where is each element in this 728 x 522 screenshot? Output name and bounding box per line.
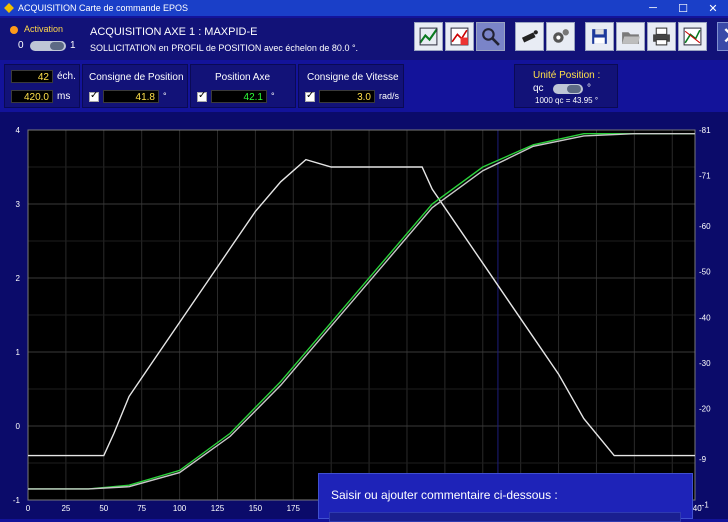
y-right-tick-label: -71 xyxy=(699,172,711,181)
export-icon xyxy=(683,27,702,46)
duration-value: 420.0 xyxy=(11,90,53,103)
position-axe-label: Position Axe xyxy=(215,72,271,83)
close-acquisition-button[interactable]: ✕ xyxy=(717,22,728,51)
activation-led-icon xyxy=(10,26,18,34)
y-right-tick-label: -9 xyxy=(699,455,707,464)
consigne-position-value: 41.8 xyxy=(103,90,159,103)
save-button[interactable] xyxy=(585,22,614,51)
y-right-tick-label: -30 xyxy=(699,359,711,368)
consigne-position-box: Consigne de Position 41.8 ° xyxy=(82,64,188,108)
unite-position-toggle[interactable] xyxy=(553,84,583,94)
comment-prompt: Saisir ou ajouter commentaire ci-dessous… xyxy=(331,488,558,502)
activation-off-label: 0 xyxy=(18,40,24,51)
header-bar: Activation 0 1 ACQUISITION AXE 1 : MAXPI… xyxy=(0,18,728,60)
activation-label: Activation xyxy=(24,24,64,34)
acquire-button[interactable] xyxy=(414,22,443,51)
y-right-tick-label: -40 xyxy=(699,313,711,322)
plot-settings-button[interactable] xyxy=(445,22,474,51)
consigne-vitesse-checkbox[interactable] xyxy=(305,90,315,102)
y-left-tick-label: 4 xyxy=(16,126,21,135)
activation-toggle[interactable] xyxy=(30,41,66,51)
acquisition-subtitle: SOLLICITATION en PROFIL de POSITION avec… xyxy=(90,43,359,53)
x-tick-label: 75 xyxy=(137,504,146,513)
maximize-button[interactable]: ☐ xyxy=(668,0,698,16)
activation-on-label: 1 xyxy=(70,40,76,51)
export-button[interactable] xyxy=(678,22,707,51)
app-icon xyxy=(4,3,14,13)
window-close-button[interactable]: ✕ xyxy=(698,0,728,16)
window-title: ACQUISITION Carte de commande EPOS xyxy=(18,3,189,13)
open-folder-button[interactable] xyxy=(616,22,645,51)
zoom-icon xyxy=(482,28,500,46)
y-right-tick-label: -50 xyxy=(699,268,711,277)
position-axe-box: Position Axe 42.1 ° xyxy=(190,64,296,108)
chart-area: 0255075100125150175200225250275300325350… xyxy=(0,112,728,519)
samples-value: 42 xyxy=(11,70,53,83)
position-axe-checkbox[interactable] xyxy=(197,90,207,102)
comment-panel: Saisir ou ajouter commentaire ci-dessous… xyxy=(318,473,693,522)
unite-position-qc: qc xyxy=(533,83,544,94)
acquisition-title: ACQUISITION AXE 1 : MAXPID-E xyxy=(90,26,258,38)
acquire-icon xyxy=(419,27,438,46)
consigne-vitesse-unit: rad/s xyxy=(379,91,400,101)
activation-group: Activation 0 1 xyxy=(6,20,78,58)
y-left-tick-label: 0 xyxy=(16,422,21,431)
minimize-button[interactable]: ─ xyxy=(638,0,668,16)
print-button[interactable] xyxy=(647,22,676,51)
position-chart: 0255075100125150175200225250275300325350… xyxy=(13,126,711,513)
x-tick-label: 175 xyxy=(287,504,301,513)
consigne-position-checkbox[interactable] xyxy=(89,90,99,102)
y-right-tick-label: --1 xyxy=(699,501,709,510)
unite-position-label: Unité Position : xyxy=(533,70,601,81)
y-right-tick-label: -81 xyxy=(699,126,711,135)
unite-position-box: Unité Position : qc ° 1000 qc = 43.95 ° xyxy=(514,64,618,108)
duration-unit: ms xyxy=(57,91,71,102)
plot-settings-icon xyxy=(450,27,469,46)
x-tick-label: 125 xyxy=(211,504,225,513)
y-right-tick-label: -60 xyxy=(699,222,711,231)
parameters-bar: 42 éch. 420.0 ms Consigne de Position 41… xyxy=(0,62,728,110)
y-left-tick-label: 1 xyxy=(16,348,21,357)
window-titlebar: ACQUISITION Carte de commande EPOS ─ ☐ ✕ xyxy=(0,0,728,16)
consigne-position-label: Consigne de Position xyxy=(89,72,184,83)
toolbar: ✕ xyxy=(414,22,728,51)
open-folder-icon xyxy=(622,32,640,44)
position-axe-value: 42.1 xyxy=(211,90,267,103)
y-left-tick-label: -1 xyxy=(13,496,21,505)
x-tick-label: 50 xyxy=(99,504,108,513)
config-icon xyxy=(553,29,569,43)
consigne-vitesse-value: 3.0 xyxy=(319,90,375,103)
sample-box: 42 éch. 420.0 ms xyxy=(4,64,80,108)
save-icon xyxy=(592,29,607,44)
sensor-button[interactable] xyxy=(515,22,544,51)
consigne-position-unit: ° xyxy=(163,91,167,101)
print-icon xyxy=(653,27,670,46)
comment-input[interactable] xyxy=(329,512,681,522)
y-left-tick-label: 3 xyxy=(16,200,21,209)
unite-position-deg: ° xyxy=(587,83,591,94)
samples-unit: éch. xyxy=(57,71,76,82)
x-tick-label: 150 xyxy=(249,504,263,513)
sensor-icon xyxy=(521,30,538,43)
x-tick-label: 25 xyxy=(61,504,70,513)
zoom-button[interactable] xyxy=(476,22,505,51)
config-button[interactable] xyxy=(546,22,575,51)
x-tick-label: 0 xyxy=(26,504,31,513)
unite-position-conversion: 1000 qc = 43.95 ° xyxy=(535,96,599,105)
y-right-tick-label: -20 xyxy=(699,405,711,414)
consigne-vitesse-label: Consigne de Vitesse xyxy=(307,72,399,83)
position-axe-unit: ° xyxy=(271,91,275,101)
consigne-vitesse-box: Consigne de Vitesse 3.0 rad/s xyxy=(298,64,404,108)
x-tick-label: 100 xyxy=(173,504,187,513)
y-left-tick-label: 2 xyxy=(16,274,21,283)
